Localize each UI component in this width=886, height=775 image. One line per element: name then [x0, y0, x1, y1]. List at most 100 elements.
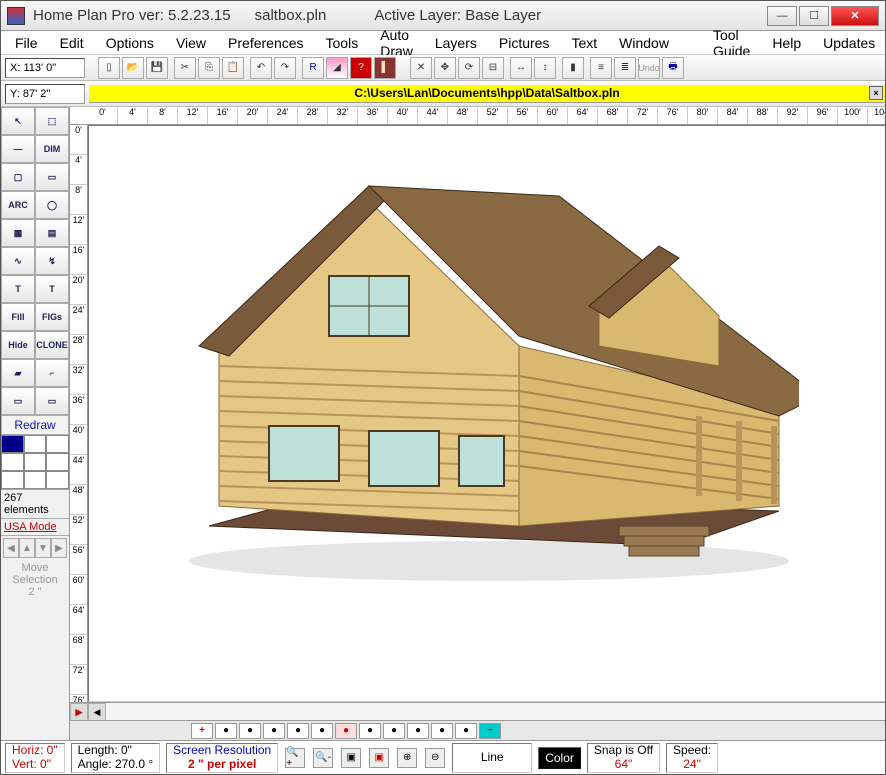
menu-tools[interactable]: Tools [316, 32, 369, 54]
zoom-out-icon[interactable]: 🔍- [313, 748, 333, 768]
page-minus-icon[interactable]: − [479, 723, 501, 739]
undo-icon[interactable]: ↶ [250, 57, 272, 79]
menu-pictures[interactable]: Pictures [489, 32, 560, 54]
page-dot[interactable]: ● [239, 723, 261, 739]
close-button[interactable]: ✕ [831, 6, 879, 26]
status-snap[interactable]: Snap is Off64" [587, 743, 660, 773]
page-dot[interactable]: ● [287, 723, 309, 739]
color-swatch[interactable] [1, 453, 24, 471]
pathbar-close-icon[interactable]: × [869, 86, 883, 100]
tool-figs[interactable]: FIGs [35, 303, 69, 331]
page-dot[interactable]: ● [383, 723, 405, 739]
menu-updates[interactable]: Updates [813, 32, 885, 54]
menu-text[interactable]: Text [561, 32, 607, 54]
tool-clone[interactable]: CLONE [35, 331, 69, 359]
color-swatch[interactable] [1, 471, 24, 489]
tool-arc[interactable]: ARC [1, 191, 35, 219]
alignc-icon[interactable]: ≣ [614, 57, 636, 79]
tool-dim[interactable]: DIM [35, 135, 69, 163]
undo-text[interactable]: Undo [638, 57, 660, 79]
nudge-right-icon[interactable]: ▶ [51, 538, 67, 558]
save-icon[interactable]: 💾 [146, 57, 168, 79]
redo-icon[interactable]: ↷ [274, 57, 296, 79]
page-dot[interactable]: ● [215, 723, 237, 739]
page-dot[interactable]: ● [311, 723, 333, 739]
tool-zigzag[interactable]: ↯ [35, 247, 69, 275]
copy-icon[interactable]: ⎘ [198, 57, 220, 79]
nudge-left-icon[interactable]: ◀ [3, 538, 19, 558]
status-speed[interactable]: Speed:24" [666, 743, 718, 773]
tool-textfast[interactable]: T [35, 275, 69, 303]
tool-curve[interactable]: ∿ [1, 247, 35, 275]
page-dot-active[interactable]: ● [335, 723, 357, 739]
tool-box[interactable]: ▢ [1, 163, 35, 191]
minimize-button[interactable]: — [767, 6, 797, 26]
nudge-down-icon[interactable]: ▼ [35, 538, 51, 558]
page-dot[interactable]: ● [407, 723, 429, 739]
eraser-icon[interactable]: ◢ [326, 57, 348, 79]
usa-mode[interactable]: USA Mode [1, 518, 69, 535]
tool-angle[interactable]: ⌐ [35, 359, 69, 387]
flipv-icon[interactable]: ↕ [534, 57, 556, 79]
scroll-left-icon[interactable]: ◀ [88, 703, 106, 721]
tool-hide[interactable]: Hide [1, 331, 35, 359]
menu-preferences[interactable]: Preferences [218, 32, 313, 54]
door-icon[interactable]: ▌ [374, 57, 396, 79]
paste-icon[interactable]: 📋 [222, 57, 244, 79]
tool-text[interactable]: T [1, 275, 35, 303]
page-dot[interactable]: ● [263, 723, 285, 739]
open-icon[interactable]: 📂 [122, 57, 144, 79]
menu-file[interactable]: File [5, 32, 48, 54]
tool-rect[interactable]: ▭ [35, 163, 69, 191]
alignl-icon[interactable]: ≡ [590, 57, 612, 79]
zoom-reg2-icon[interactable]: ⊖ [425, 748, 445, 768]
tool-rect3[interactable]: ▭ [35, 387, 69, 415]
tool-circle[interactable]: ◯ [35, 191, 69, 219]
menu-window[interactable]: Window [609, 32, 679, 54]
drawing-canvas[interactable] [88, 125, 885, 702]
rotate-icon[interactable]: ⟳ [458, 57, 480, 79]
redraw-r-icon[interactable]: R [302, 57, 324, 79]
page-dot[interactable]: ● [431, 723, 453, 739]
print-icon[interactable]: 🖶 [662, 57, 684, 79]
delete-icon[interactable]: ✕ [410, 57, 432, 79]
page-dot[interactable]: ● [455, 723, 477, 739]
tool-line[interactable]: — [1, 135, 35, 163]
color-swatch[interactable] [46, 435, 69, 453]
menu-edit[interactable]: Edit [50, 32, 94, 54]
menu-options[interactable]: Options [96, 32, 164, 54]
horizontal-scrollbar[interactable]: ▶ ◀ ▶ [70, 702, 885, 720]
color-button[interactable]: Color [538, 747, 581, 769]
tool-fill2[interactable]: ▰ [1, 359, 35, 387]
tool-select[interactable]: ↖ [1, 107, 35, 135]
cut-icon[interactable]: ✂ [174, 57, 196, 79]
tool-grid1[interactable]: ▦ [1, 219, 35, 247]
nudge-up-icon[interactable]: ▲ [19, 538, 35, 558]
color-swatch[interactable] [1, 435, 24, 453]
menu-help[interactable]: Help [762, 32, 811, 54]
menu-view[interactable]: View [166, 32, 216, 54]
move-icon[interactable]: ✥ [434, 57, 456, 79]
tool-rect2[interactable]: ▭ [1, 387, 35, 415]
trim-icon[interactable]: ⊟ [482, 57, 504, 79]
maximize-button[interactable]: ☐ [799, 6, 829, 26]
color-swatch[interactable] [46, 471, 69, 489]
tool-grid2[interactable]: ▤ [35, 219, 69, 247]
new-icon[interactable]: ▯ [98, 57, 120, 79]
page-plus-icon[interactable]: + [191, 723, 213, 739]
zoom-reg-icon[interactable]: ⊕ [397, 748, 417, 768]
color-swatch[interactable] [24, 435, 47, 453]
layerb-icon[interactable]: ▮ [562, 57, 584, 79]
zoom-fit-icon[interactable]: ▣ [341, 748, 361, 768]
menu-layers[interactable]: Layers [425, 32, 487, 54]
fliph-icon[interactable]: ↔ [510, 57, 532, 79]
color-swatch[interactable] [24, 453, 47, 471]
color-swatch[interactable] [46, 453, 69, 471]
info-icon[interactable]: ? [350, 57, 372, 79]
tool-marquee[interactable]: ⬚ [35, 107, 69, 135]
zoom-in-icon[interactable]: 🔍+ [285, 748, 305, 768]
scroll-origin-icon[interactable]: ▶ [70, 703, 88, 721]
redraw-button[interactable]: Redraw [1, 415, 69, 435]
color-swatch[interactable] [24, 471, 47, 489]
zoom-sel-icon[interactable]: ▣ [369, 748, 389, 768]
